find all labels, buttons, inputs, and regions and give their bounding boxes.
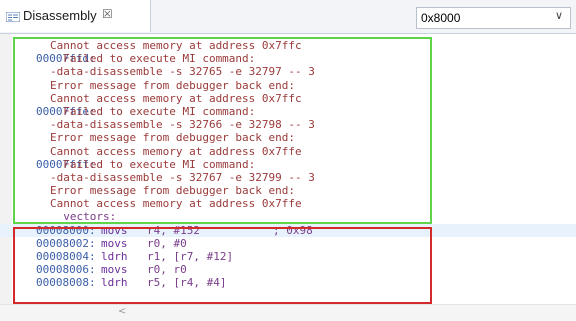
error-region-highlight [13,37,432,224]
horizontal-scrollbar[interactable]: < [0,304,576,321]
chevron-down-icon[interactable]: ∨ [555,9,563,22]
disassembly-icon [6,12,20,22]
address-combo[interactable]: ∨ [416,7,571,29]
tab-label: Disassembly [23,8,97,23]
address-input[interactable] [417,8,553,28]
code-region-highlight [13,227,432,304]
editor-tab-bar: Disassembly ☒ ∨ [0,0,576,34]
close-icon[interactable]: ☒ [102,7,113,21]
tab-disassembly[interactable]: Disassembly ☒ [0,0,151,32]
scroll-left-icon[interactable]: < [118,306,126,317]
